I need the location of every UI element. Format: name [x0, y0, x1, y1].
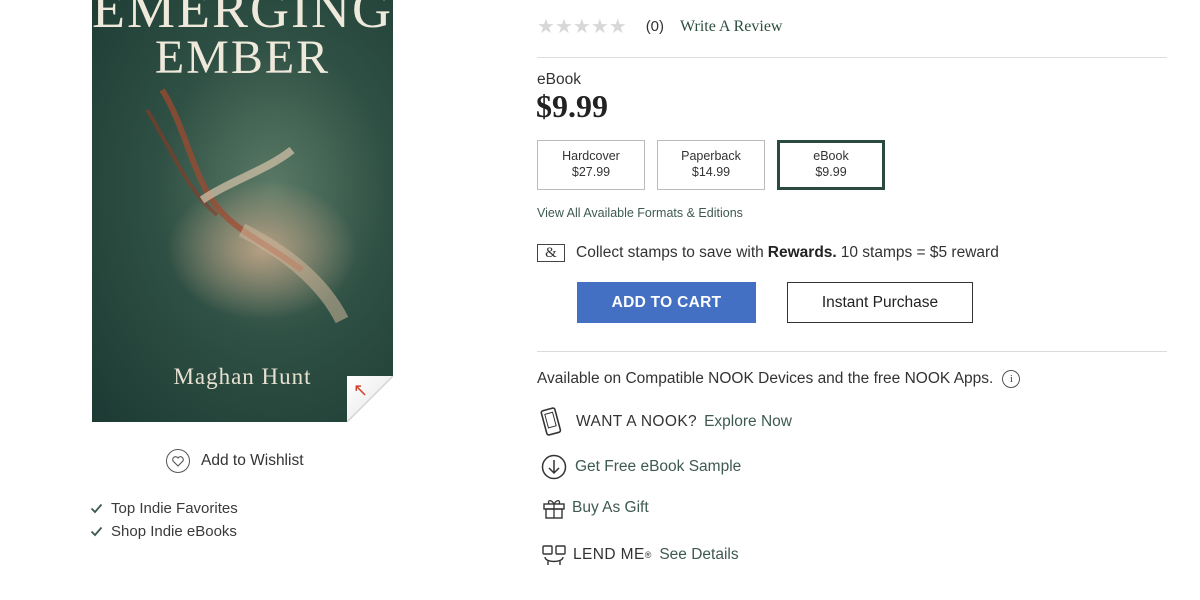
explore-now-link[interactable]: Explore Now — [704, 413, 792, 431]
buy-as-gift-link[interactable]: Buy As Gift — [572, 499, 649, 517]
selected-format-label: eBook — [537, 71, 581, 88]
divider — [537, 57, 1167, 58]
download-icon — [540, 453, 568, 481]
instant-purchase-button[interactable]: Instant Purchase — [787, 282, 973, 323]
format-option-paperback[interactable]: Paperback $14.99 — [657, 140, 765, 190]
format-option-ebook[interactable]: eBook $9.99 — [777, 140, 885, 190]
star-empty-icon: ★ — [590, 16, 609, 38]
collection-link-top-indie-favorites[interactable]: Top Indie Favorites — [90, 497, 238, 520]
book-cover-image[interactable]: EMERGING EMBER Maghan Hunt ↖ — [92, 0, 393, 422]
star-empty-icon: ★ — [554, 16, 573, 38]
check-icon — [90, 503, 103, 514]
cover-title-line2: EMBER — [154, 31, 331, 84]
check-icon — [90, 526, 103, 537]
look-inside-corner[interactable]: ↖ — [347, 376, 393, 422]
rewards-ampersand-icon: & — [537, 244, 565, 262]
rewards-brand: Rewards. — [767, 244, 837, 261]
star-rating[interactable]: ★ ★ ★ ★ ★ — [537, 14, 627, 39]
collections-list: Top Indie Favorites Shop Indie eBooks — [90, 497, 238, 543]
format-price: $9.99 — [815, 165, 847, 179]
write-review-link[interactable]: Write A Review — [680, 18, 782, 36]
format-price: $27.99 — [571, 165, 611, 179]
star-empty-icon: ★ — [572, 16, 591, 38]
review-count: (0) — [645, 18, 665, 35]
lend-me-row: LEND ME ® See Details — [540, 541, 739, 569]
rewards-info: & Collect stamps to save with Rewards. 1… — [537, 244, 999, 262]
nook-device-icon — [537, 407, 565, 436]
collection-link-shop-indie-ebooks[interactable]: Shop Indie eBooks — [90, 520, 238, 543]
wishlist-label: Add to Wishlist — [201, 452, 304, 469]
format-name: Hardcover — [562, 149, 620, 163]
lend-me-label: LEND ME — [573, 546, 645, 563]
divider — [537, 351, 1167, 352]
format-price: $14.99 — [691, 165, 731, 179]
collection-label: Top Indie Favorites — [111, 500, 238, 517]
collection-label: Shop Indie eBooks — [111, 523, 237, 540]
see-details-link[interactable]: See Details — [659, 546, 738, 564]
star-empty-icon: ★ — [537, 16, 555, 38]
free-sample-row[interactable]: Get Free eBook Sample — [540, 453, 741, 481]
registered-mark: ® — [644, 550, 652, 560]
rating-row: ★ ★ ★ ★ ★ (0) Write A Review — [537, 14, 782, 39]
format-name: eBook — [813, 149, 849, 163]
rewards-prefix: Collect stamps to save with — [576, 244, 764, 261]
gift-icon — [540, 494, 568, 522]
nook-availability-text: Available on Compatible NOOK Devices and… — [537, 370, 994, 387]
expand-arrow-icon: ↖ — [353, 380, 369, 400]
buy-as-gift-row[interactable]: Buy As Gift — [540, 494, 649, 522]
format-name: Paperback — [681, 149, 741, 163]
nook-availability: Available on Compatible NOOK Devices and… — [537, 370, 1021, 388]
star-empty-icon: ★ — [608, 16, 627, 38]
rewards-suffix: 10 stamps = $5 reward — [840, 244, 999, 261]
get-free-sample-link[interactable]: Get Free eBook Sample — [575, 458, 741, 476]
add-to-cart-button[interactable]: ADD TO CART — [577, 282, 756, 323]
want-a-nook-row: WANT A NOOK? Explore Now — [537, 407, 792, 436]
add-to-wishlist-button[interactable]: Add to Wishlist — [166, 449, 304, 473]
current-price: $9.99 — [536, 88, 608, 124]
format-option-hardcover[interactable]: Hardcover $27.99 — [537, 140, 645, 190]
heart-icon — [166, 449, 190, 473]
info-icon[interactable]: i — [1002, 370, 1021, 388]
want-a-nook-label: WANT A NOOK? — [576, 413, 698, 430]
view-all-formats-link[interactable]: View All Available Formats & Editions — [537, 206, 743, 220]
lend-me-icon — [540, 541, 568, 569]
